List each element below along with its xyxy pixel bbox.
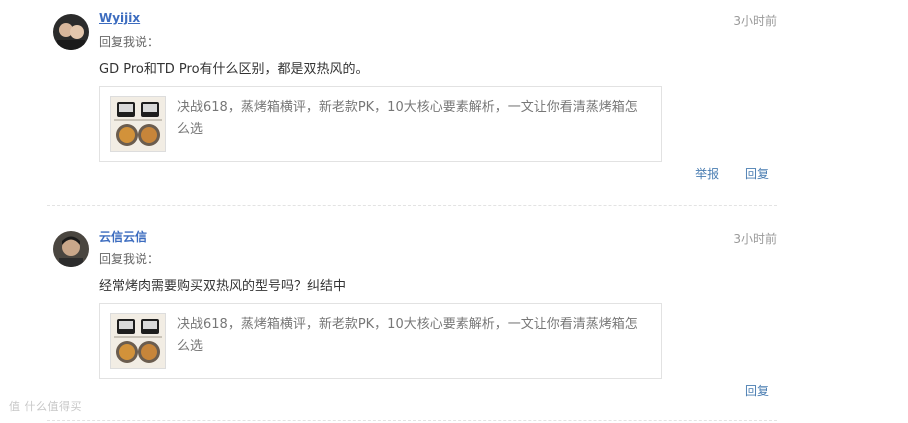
timestamp: 3小时前 — [733, 232, 777, 246]
comment-text: 经常烤肉需要购买双热风的型号吗？纠结中 — [99, 279, 347, 294]
article-card[interactable]: 决战618，蒸烤箱横评，新老款PK，10大核心要素解析，一文让你看清蒸烤箱怎么选 — [99, 303, 662, 379]
reply-button[interactable]: 回复 — [745, 167, 769, 181]
watermark: 值 什么值得买 — [9, 400, 82, 413]
article-title[interactable]: 决战618，蒸烤箱横评，新老款PK，10大核心要素解析，一文让你看清蒸烤箱怎么选 — [177, 314, 647, 358]
steam-oven-thumbnail-icon — [110, 96, 166, 152]
reply-label: 回复我说： — [99, 252, 160, 266]
steam-oven-thumbnail-icon — [110, 313, 166, 369]
comment-actions: 举报 回复 — [673, 165, 769, 182]
comment-actions: 回复 — [723, 382, 769, 399]
avatar[interactable] — [53, 14, 89, 50]
timestamp: 3小时前 — [733, 14, 777, 28]
username-link[interactable]: 云信云信 — [99, 228, 147, 245]
article-card[interactable]: 决战618，蒸烤箱横评，新老款PK，10大核心要素解析，一文让你看清蒸烤箱怎么选 — [99, 86, 662, 162]
reply-label: 回复我说： — [99, 35, 160, 49]
comment-text: GD Pro和TD Pro有什么区别，都是双热风的。 — [99, 62, 369, 77]
article-title[interactable]: 决战618，蒸烤箱横评，新老款PK，10大核心要素解析，一文让你看清蒸烤箱怎么选 — [177, 97, 647, 141]
comment-item: 云信云信 3小时前 回复我说： 经常烤肉需要购买双热风的型号吗？纠结中 决战61… — [47, 206, 777, 421]
avatar[interactable] — [53, 231, 89, 267]
comment-item: Wyijix 3小时前 回复我说： GD Pro和TD Pro有什么区别，都是双… — [47, 0, 777, 206]
report-button[interactable]: 举报 — [695, 167, 719, 181]
username-link[interactable]: Wyijix — [99, 11, 140, 25]
reply-button[interactable]: 回复 — [745, 384, 769, 398]
